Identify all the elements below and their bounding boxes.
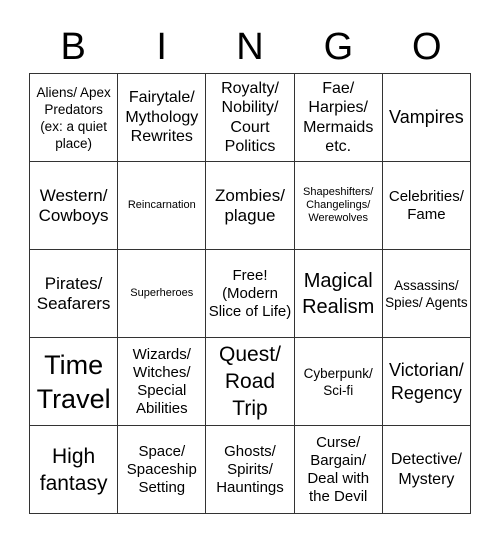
bingo-cell[interactable]: Time Travel <box>30 338 119 426</box>
bingo-card: Aliens/ Apex Predators (ex: a quiet plac… <box>29 73 471 514</box>
cell-label: Shapeshifters/ Changelings/ Werewolves <box>303 186 374 224</box>
cell-label: Celebrities/ Fame <box>388 187 464 223</box>
cell-label: Vampires <box>389 107 464 127</box>
cell-label: High fantasy <box>39 444 108 495</box>
bingo-cell[interactable]: Space/ Spaceship Setting <box>118 426 207 514</box>
bingo-cell[interactable]: Pirates/ Seafarers <box>30 250 119 338</box>
cell-label: Pirates/ Seafarers <box>36 273 111 313</box>
cell-label: Magical Realism <box>302 269 375 318</box>
cell-label: Free! (Modern Slice of Life) <box>208 266 292 320</box>
bingo-cell[interactable]: Cyberpunk/ Sci-fi <box>294 338 383 426</box>
bingo-cell[interactable]: Fairytale/ Mythology Rewrites <box>118 74 207 162</box>
bingo-cell[interactable]: High fantasy <box>30 426 119 514</box>
bingo-cell[interactable]: Victorian/ Regency <box>382 338 471 426</box>
cell-label: Time Travel <box>36 349 111 414</box>
cell-label: Curse/ Bargain/ Deal with the Devil <box>307 433 370 505</box>
cell-label: Fairytale/ Mythology Rewrites <box>125 89 199 146</box>
cell-label: Superheroes <box>130 287 194 299</box>
bingo-cell[interactable]: Aliens/ Apex Predators (ex: a quiet plac… <box>30 74 119 162</box>
header-letter-b: B <box>60 26 86 68</box>
bingo-cell[interactable]: Ghosts/ Spirits/ Hauntings <box>206 426 295 514</box>
free-space-cell[interactable]: Free! (Modern Slice of Life) <box>206 250 295 338</box>
header-letter-n: N <box>236 26 264 68</box>
cell-label: Western/ Cowboys <box>38 185 109 225</box>
cell-label: Cyberpunk/ Sci-fi <box>303 365 373 398</box>
bingo-cell[interactable]: Curse/ Bargain/ Deal with the Devil <box>294 426 383 514</box>
bingo-cell[interactable]: Celebrities/ Fame <box>382 162 471 250</box>
header-letter-i: I <box>156 26 167 68</box>
bingo-cell[interactable]: Royalty/ Nobility/ Court Politics <box>206 74 295 162</box>
bingo-cell[interactable]: Reincarnation <box>118 162 207 250</box>
bingo-cell[interactable]: Western/ Cowboys <box>30 162 119 250</box>
bingo-cell[interactable]: Fae/ Harpies/ Mermaids etc. <box>294 74 383 162</box>
cell-label: Fae/ Harpies/ Mermaids etc. <box>303 79 374 156</box>
bingo-cell[interactable]: Shapeshifters/ Changelings/ Werewolves <box>294 162 383 250</box>
cell-label: Royalty/ Nobility/ Court Politics <box>221 79 279 156</box>
bingo-cell[interactable]: Wizards/ Witches/ Special Abilities <box>118 338 207 426</box>
header-letter-g: G <box>323 26 354 68</box>
bingo-cell[interactable]: Detective/ Mystery <box>382 426 471 514</box>
cell-label: Assassins/ Spies/ Agents <box>385 277 468 310</box>
bingo-header: B I N G O <box>29 22 471 72</box>
cell-label: Wizards/ Witches/ Special Abilities <box>132 345 191 417</box>
bingo-cell[interactable]: Quest/ Road Trip <box>206 338 295 426</box>
cell-label: Ghosts/ Spirits/ Hauntings <box>216 442 284 496</box>
cell-label: Quest/ Road Trip <box>219 343 281 420</box>
bingo-cell[interactable]: Vampires <box>382 74 471 162</box>
cell-label: Aliens/ Apex Predators (ex: a quiet plac… <box>36 84 111 151</box>
bingo-cell[interactable]: Assassins/ Spies/ Agents <box>382 250 471 338</box>
bingo-cell[interactable]: Magical Realism <box>294 250 383 338</box>
cell-label: Detective/ Mystery <box>390 451 462 488</box>
cell-label: Reincarnation <box>127 199 196 211</box>
cell-label: Zombies/ plague <box>215 185 285 225</box>
bingo-cell[interactable]: Superheroes <box>118 250 207 338</box>
cell-label: Space/ Spaceship Setting <box>126 442 197 496</box>
cell-label: Victorian/ Regency <box>389 359 464 403</box>
header-letter-o: O <box>412 26 442 68</box>
bingo-cell[interactable]: Zombies/ plague <box>206 162 295 250</box>
